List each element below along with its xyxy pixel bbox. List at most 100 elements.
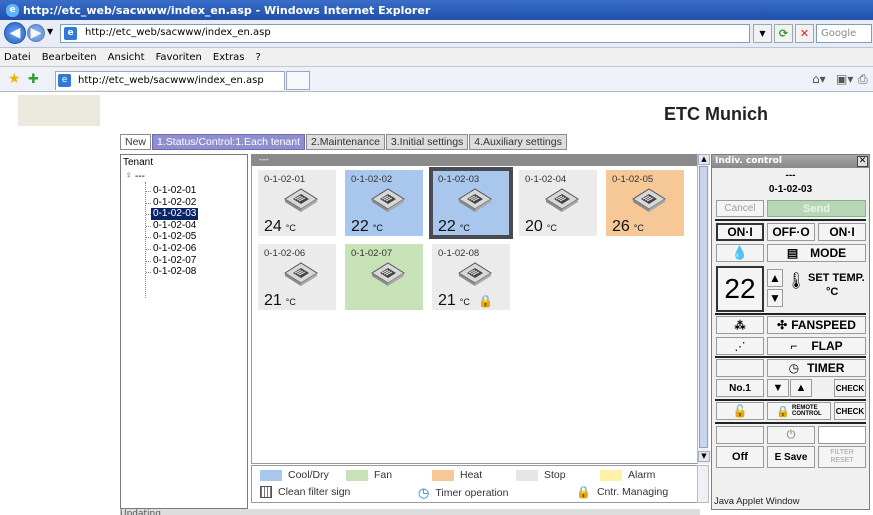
power-icon: ⏻ (767, 426, 815, 444)
tab-auxiliary-settings[interactable]: 4.Auxiliary settings (469, 134, 567, 150)
tree-item[interactable]: 0-1-02-04 (151, 220, 198, 232)
main-tabs: New 1.Status/Control:1.Each tenant 2.Mai… (120, 134, 568, 150)
set-temp-display: 22 (716, 266, 764, 312)
lock-icon: 🔒 (576, 485, 591, 499)
applet-selected-unit: 0-1-02-03 (768, 184, 813, 195)
unit-tile[interactable]: 0-1-02-01 24 °C (258, 170, 336, 236)
applet-title: Indiv. control (712, 155, 869, 168)
mode-button[interactable]: ▤ MODE (767, 244, 866, 262)
dry-mode-icon: 💧 (716, 244, 764, 262)
flap-position-icon: ⋰ (716, 337, 764, 355)
scroll-down-icon[interactable]: ▼ (698, 451, 710, 462)
unit-tile[interactable]: 0-1-02-02 22 °C (345, 170, 423, 236)
logo-placeholder (18, 95, 100, 126)
off-button[interactable]: OFF·O (767, 223, 815, 241)
add-favorites-icon[interactable]: ✚ (28, 72, 39, 87)
unit-temperature: 21 °C (438, 292, 470, 310)
unit-name: 0-1-02-03 (438, 174, 480, 185)
tab-initial-settings[interactable]: 3.Initial settings (385, 134, 469, 150)
forward-button[interactable]: ▶ (27, 24, 45, 42)
tree-root[interactable]: --- (135, 171, 145, 182)
menu-bar: Datei Bearbeiten Ansicht Favoriten Extra… (0, 48, 873, 67)
fanspeed-button[interactable]: ✣ FANSPEED (767, 316, 866, 334)
remote-check-button[interactable]: CHECK (834, 402, 866, 420)
tree-item[interactable]: 0-1-02-08 (151, 266, 198, 278)
unit-tile[interactable]: 0-1-02-05 26 °C (606, 170, 684, 236)
temp-down-button[interactable]: ▼ (767, 289, 783, 307)
fan-icon: ✣ (777, 318, 788, 332)
stop-icon[interactable]: ✕ (795, 24, 814, 43)
ac-unit-icon (545, 188, 579, 212)
legend-cool: Cool/Dry (260, 469, 329, 481)
unit-temperature: 22 °C (351, 218, 383, 236)
address-dropdown-icon[interactable]: ▼ (753, 24, 772, 43)
legend-managing: 🔒 Cntr. Managing (576, 485, 669, 499)
menu-view[interactable]: Ansicht (108, 52, 145, 63)
divider (715, 219, 866, 221)
unit-tile[interactable]: 0-1-02-03 22 °C (429, 167, 513, 239)
temp-up-button[interactable]: ▲ (767, 269, 783, 287)
timer-check-button[interactable]: CHECK (834, 379, 866, 397)
close-icon[interactable]: ✕ (857, 156, 868, 167)
flap-button[interactable]: ⌐ FLAP (767, 337, 866, 355)
cancel-button[interactable]: Cancel (716, 200, 764, 217)
set-temp-label: SET TEMP. (808, 272, 865, 284)
tab-status-control[interactable]: 1.Status/Control:1.Each tenant (152, 134, 306, 150)
off-mode-button[interactable]: Off (716, 446, 764, 468)
menu-favorites[interactable]: Favoriten (156, 52, 202, 63)
new-tab-button[interactable] (286, 71, 310, 90)
filter-reset-button[interactable]: FILTER RESET (818, 446, 866, 468)
esave-button[interactable]: E Save (767, 446, 815, 468)
print-icon[interactable]: ⎙ (858, 72, 868, 87)
tree-item[interactable]: 0-1-02-02 (151, 197, 198, 209)
timer-button[interactable]: ◷ TIMER (767, 359, 866, 377)
legend-scroll-area (697, 465, 709, 503)
menu-file[interactable]: Datei (4, 52, 31, 63)
timer-down-button[interactable]: ▼ (767, 379, 789, 397)
tree-root-icon[interactable]: ♀ (125, 170, 133, 181)
tree-item[interactable]: 0-1-02-07 (151, 255, 198, 267)
menu-edit[interactable]: Bearbeiten (42, 52, 97, 63)
remote-control-button[interactable]: 🔒 REMOTE CONTROL (767, 402, 831, 420)
history-dropdown-icon[interactable]: ▼ (47, 27, 53, 36)
browser-tab[interactable]: http://etc_web/sacwww/index_en.asp (55, 71, 285, 90)
on-button[interactable]: ON·I (818, 223, 866, 241)
tab-maintenance[interactable]: 2.Maintenance (306, 134, 385, 150)
menu-help[interactable]: ? (256, 52, 261, 63)
unit-tile[interactable]: 0-1-02-06 21 °C (258, 244, 336, 310)
refresh-icon[interactable]: ⟳ (774, 24, 793, 43)
unit-name: 0-1-02-04 (525, 174, 567, 185)
filter-grid-icon (260, 486, 272, 498)
thermometer-icon: 🌡 (786, 271, 807, 290)
send-button[interactable]: Send (767, 200, 866, 217)
ac-unit-icon (632, 188, 666, 212)
unit-tile[interactable]: 0-1-02-04 20 °C (519, 170, 597, 236)
lock-icon: 🔒 (478, 294, 493, 308)
unit-tile[interactable]: 0-1-02-07 (345, 244, 423, 310)
tree-item[interactable]: 0-1-02-05 (151, 231, 198, 243)
tab-new[interactable]: New (120, 134, 152, 150)
search-input[interactable]: Google (816, 24, 872, 43)
unit-name: 0-1-02-06 (264, 248, 306, 259)
menu-tools[interactable]: Extras (213, 52, 245, 63)
address-input[interactable]: http://etc_web/sacwww/index_en.asp (60, 24, 750, 43)
grid-scrollbar[interactable]: ▲ ▼ (697, 154, 710, 464)
tree-item[interactable]: 0-1-02-06 (151, 243, 198, 255)
fan-level-icon: ⁂ (716, 316, 764, 334)
scroll-thumb[interactable] (699, 166, 708, 448)
page-icon: e (64, 27, 77, 40)
feeds-icon[interactable]: ▣▾ (836, 72, 853, 86)
clock-icon: ◷ (418, 485, 430, 500)
back-button[interactable]: ◀ (4, 22, 26, 44)
tree-item[interactable]: 0-1-02-03 (151, 208, 199, 221)
home-icon[interactable]: ⌂▾ (812, 72, 826, 86)
favorites-star-icon[interactable]: ★ (8, 71, 21, 87)
unit-tile[interactable]: 0-1-02-08 21 °C 🔒 (432, 244, 510, 310)
scroll-up-icon[interactable]: ▲ (698, 154, 710, 165)
applet-header: --- (785, 170, 796, 181)
timer-up-button[interactable]: ▲ (790, 379, 812, 397)
tree-item[interactable]: 0-1-02-01 (151, 185, 198, 197)
ac-unit-icon (371, 188, 405, 212)
temperature-value: 24 (264, 218, 282, 235)
temperature-unit: °C (546, 223, 557, 233)
